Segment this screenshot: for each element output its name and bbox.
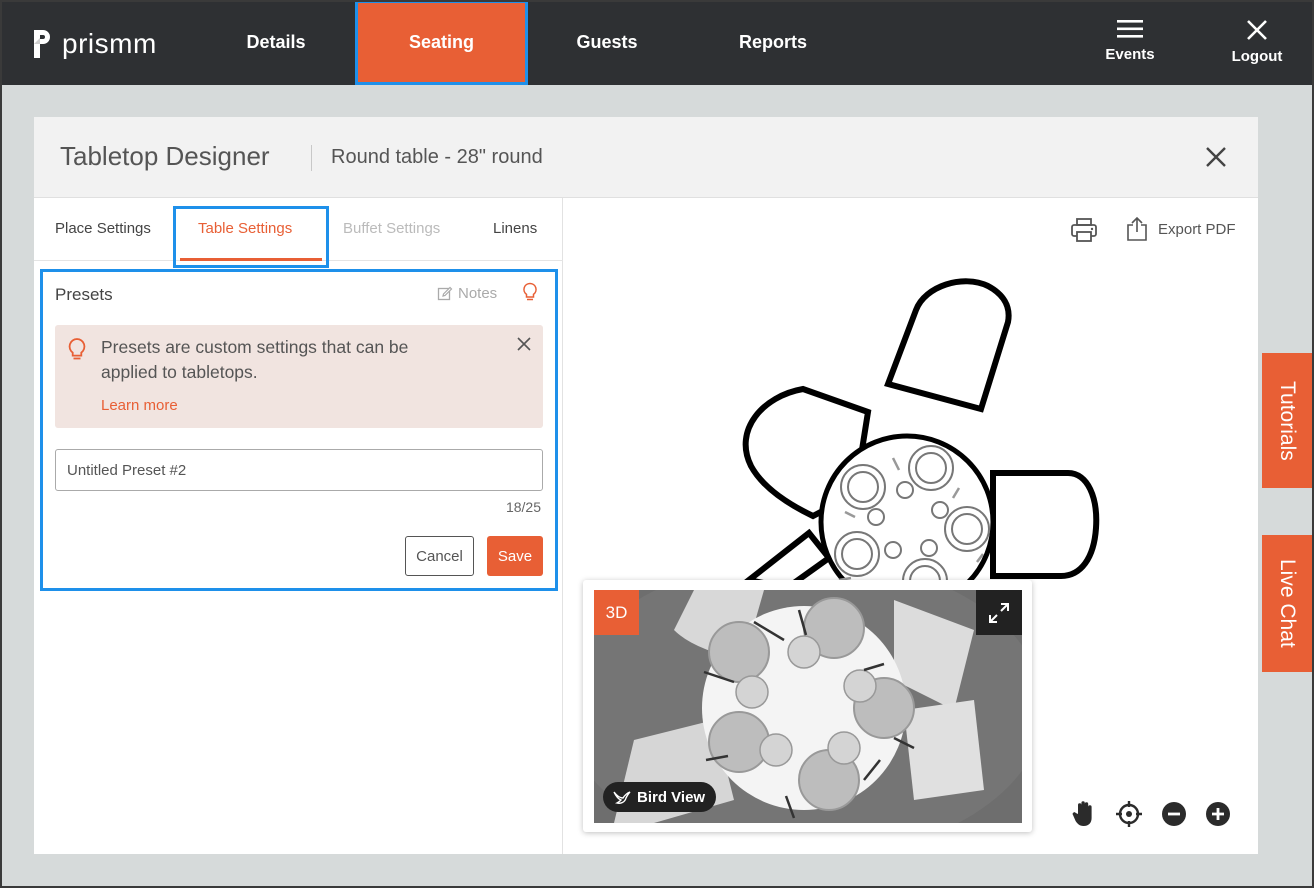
title-divider: [311, 145, 312, 171]
pan-tool[interactable]: [1071, 800, 1097, 828]
tab-linens[interactable]: Linens: [493, 220, 537, 237]
prismm-logo[interactable]: prismm: [32, 28, 157, 60]
edit-icon: [437, 286, 453, 300]
minus-circle-icon: [1162, 802, 1186, 826]
settings-tabs: Place Settings Table Settings Buffet Set…: [34, 198, 563, 268]
events-menu-button[interactable]: Events: [1100, 18, 1160, 63]
3d-preview-image[interactable]: 3D Bird View: [594, 590, 1022, 823]
nav-reports[interactable]: Reports: [705, 0, 841, 85]
cancel-button[interactable]: Cancel: [405, 536, 474, 576]
info-text: Presets are custom settings that can be …: [101, 337, 409, 382]
save-button[interactable]: Save: [487, 536, 543, 576]
tutorials-label: Tutorials: [1276, 380, 1299, 461]
prismm-logo-icon: [34, 30, 50, 58]
presets-info-banner: Presets are custom settings that can be …: [55, 325, 543, 428]
chair-right: [990, 470, 1100, 579]
tab-buffet-settings: Buffet Settings: [343, 220, 441, 237]
live-chat-label: Live Chat: [1276, 559, 1299, 648]
tab-place-settings[interactable]: Place Settings: [55, 220, 151, 237]
presets-title: Presets: [55, 285, 113, 304]
modal-close-icon[interactable]: [1202, 143, 1230, 171]
character-count: 18/25: [505, 499, 541, 515]
3d-preview-card: 3D Bird View: [583, 580, 1032, 832]
crosshair-icon: [1116, 801, 1142, 827]
settings-pane: Place Settings Table Settings Buffet Set…: [34, 198, 563, 854]
logout-button[interactable]: Logout: [1226, 18, 1288, 65]
logout-label: Logout: [1231, 48, 1283, 65]
bird-view-label: Bird View: [637, 788, 706, 806]
plus-circle-icon: [1206, 802, 1230, 826]
lightbulb-icon[interactable]: [522, 282, 538, 302]
bird-icon: [613, 791, 631, 804]
zoom-out-button[interactable]: [1161, 801, 1187, 827]
tabletop-designer-modal: Tabletop Designer Round table - 28" roun…: [34, 117, 1258, 854]
3d-badge: 3D: [594, 590, 639, 635]
hamburger-icon: [1117, 20, 1143, 38]
learn-more-link[interactable]: Learn more: [101, 397, 178, 414]
design-canvas: Export PDF 3D Bird View: [563, 198, 1258, 854]
chair-top: [884, 278, 1012, 413]
table-diagram[interactable]: [563, 198, 1258, 598]
tab-table-settings[interactable]: Table Settings: [198, 220, 292, 237]
close-icon: [1247, 20, 1267, 40]
canvas-tools: [1071, 800, 1231, 828]
modal-subtitle: Round table - 28" round: [331, 146, 543, 168]
modal-title: Tabletop Designer: [60, 141, 270, 171]
expand-icon: [989, 602, 1009, 623]
top-nav: prismm Details Seating Guests Reports Ev…: [0, 0, 1314, 85]
logo-text: prismm: [62, 28, 157, 59]
zoom-in-button[interactable]: [1205, 801, 1231, 827]
events-label: Events: [1105, 46, 1155, 63]
preset-name-input[interactable]: [55, 449, 543, 491]
modal-header: Tabletop Designer Round table - 28" roun…: [34, 117, 1258, 198]
tutorials-tab[interactable]: Tutorials: [1262, 353, 1312, 488]
nav-seating[interactable]: Seating: [355, 0, 528, 85]
bird-view-button[interactable]: Bird View: [603, 782, 717, 812]
expand-button[interactable]: [976, 590, 1022, 635]
close-icon[interactable]: [517, 337, 531, 351]
active-tab-underline: [180, 258, 322, 261]
notes-button[interactable]: Notes: [437, 285, 497, 302]
live-chat-tab[interactable]: Live Chat: [1262, 535, 1312, 672]
nav-guests[interactable]: Guests: [540, 0, 674, 85]
notes-label: Notes: [458, 285, 498, 302]
lightbulb-icon: [68, 338, 86, 360]
hand-icon: [1072, 801, 1092, 826]
presets-panel: Presets Notes Presets are custom setting…: [40, 269, 558, 591]
center-tool[interactable]: [1115, 800, 1143, 828]
nav-details[interactable]: Details: [210, 0, 342, 85]
